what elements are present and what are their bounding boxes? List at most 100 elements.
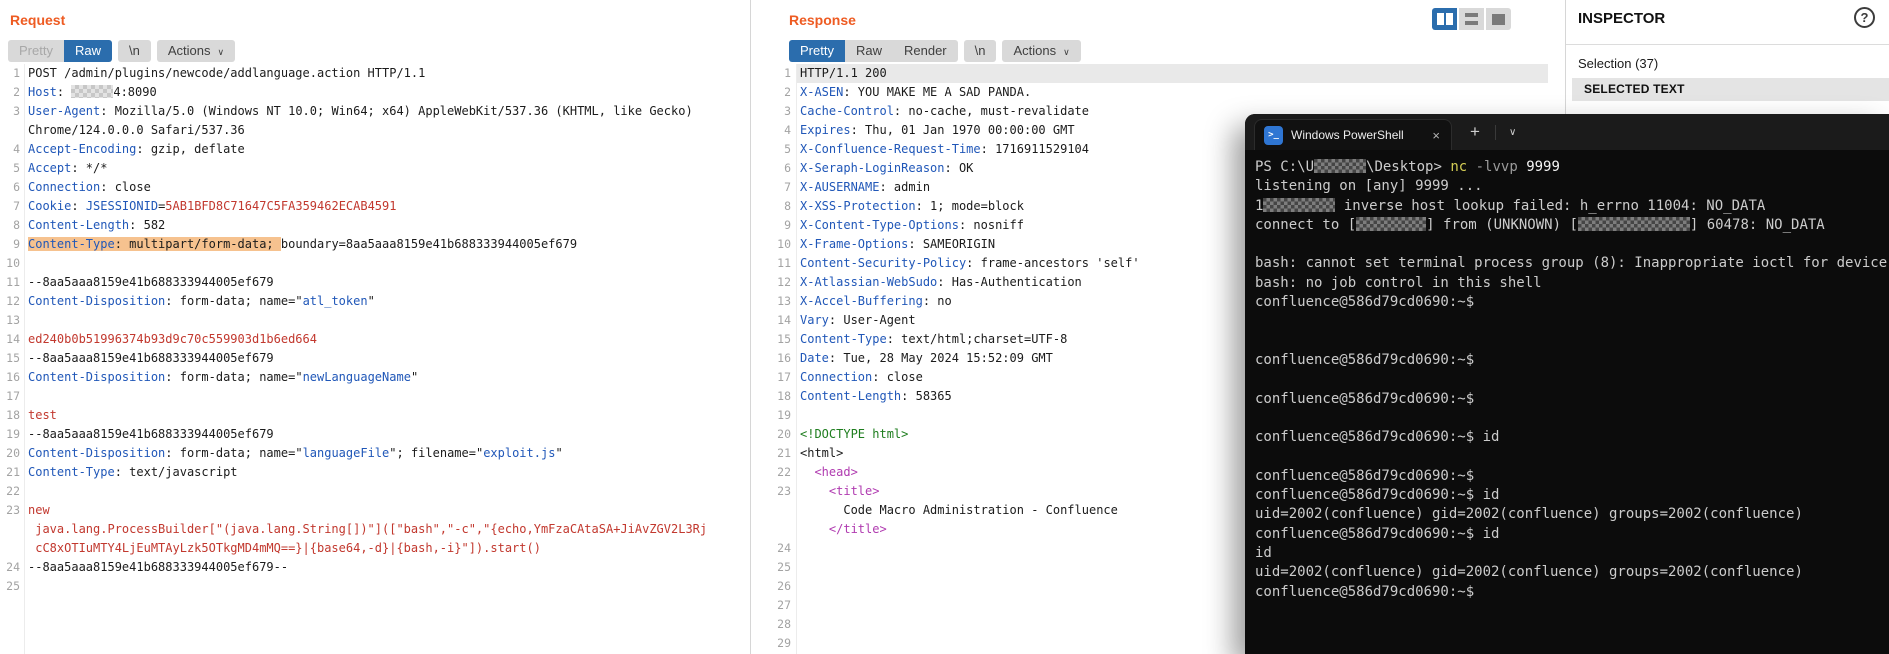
line-content: POST /admin/plugins/newcode/addlanguage.… [20,64,425,83]
redacted-text [1314,159,1367,173]
terminal-segment: confluence@586d79cd0690:~$ [1255,351,1475,368]
terminal-segment: confluence@586d79cd0690:~$ [1255,467,1475,484]
line-content [20,482,28,501]
selected-text-section-header[interactable]: SELECTED TEXT [1572,78,1889,101]
line-number: 7 [13,199,20,213]
tab-request-pretty[interactable]: Pretty [8,40,64,62]
terminal-line: bash: no job control in this shell [1255,274,1889,293]
terminal-line: confluence@586d79cd0690:~$ id [1255,428,1889,447]
tab-response-render[interactable]: Render [892,40,958,62]
titlebar-separator [1494,124,1496,140]
code-segment: : YOU MAKE ME A SAD PANDA. [843,85,1032,99]
line-content: Content-Disposition: form-data; name="la… [20,444,563,463]
line-number: 22 [777,465,791,479]
line-number: 5 [784,142,791,156]
tab-request-raw[interactable]: Raw [63,40,112,62]
line-content: Content-Length: 582 [20,216,165,235]
code-line: 4 Accept-Encoding: gzip, deflate [0,140,750,159]
terminal-output[interactable]: PS C:\U \Desktop> nc -lvvp 9999 listening … [1245,150,1889,654]
line-content: X-Accel-Buffering: no [791,292,952,311]
line-content: X-Atlassian-WebSudo: Has-Authentication [791,273,1082,292]
line-number: 2 [13,85,20,99]
code-segment: X-Seraph-LoginReason [800,161,945,175]
terminal-line: confluence@586d79cd0690:~$ [1255,583,1889,602]
line-content: </title> [791,520,887,539]
line-content [20,577,28,596]
line-content [791,406,800,425]
code-line: 13 [0,311,750,330]
code-segment: Content-Type [800,332,887,346]
terminal-titlebar[interactable]: >_ Windows PowerShell × + ∨ [1245,114,1889,150]
line-content: Host: 4:8090 [20,83,157,102]
line-content [791,634,800,653]
line-number [751,501,791,520]
code-segment: <head> [814,465,858,479]
code-segment: X-Content-Type-Options [800,218,959,232]
code-segment: --8aa5aaa8159e41b688333944005ef679 [28,351,274,365]
code-segment: : nosniff [958,218,1024,232]
terminal-line: listening on [any] 9999 ... [1255,177,1889,196]
line-number: 19 [777,408,791,422]
tab-response-newline[interactable]: \n [963,40,997,62]
line-number: 15 [6,351,20,365]
code-segment: : close [100,180,151,194]
code-segment: Cache-Control [800,104,894,118]
code-segment: : text/html;charset=UTF-8 [886,332,1068,346]
line-number: 10 [6,256,20,270]
code-segment: "; filename=" [389,446,484,460]
code-segment: Content-Disposition [28,294,166,308]
help-icon[interactable]: ? [1854,7,1875,28]
line-number: 25 [6,579,20,593]
rows-icon [1465,21,1478,25]
close-tab-icon[interactable]: × [1430,128,1442,143]
terminal-segment: 9999 [1526,159,1560,175]
line-number: 1 [784,66,791,80]
line-content: Chrome/124.0.0.0 Safari/537.36 [20,121,245,140]
layout-columns-button[interactable] [1432,8,1457,30]
code-segment: Expires [800,123,851,137]
line-content: new [20,501,50,520]
code-segment: : 582 [129,218,166,232]
line-number: 16 [777,351,791,365]
powershell-window[interactable]: >_ Windows PowerShell × + ∨ PS C:\U \Desk… [1245,114,1889,654]
line-number: 4 [784,123,791,137]
layout-single-button[interactable] [1486,8,1511,30]
line-content: HTTP/1.1 200 [791,64,887,83]
code-segment: : [71,199,86,213]
line-content [791,615,800,634]
terminal-segment: PS C:\U [1255,159,1315,175]
request-editor[interactable]: 1 POST /admin/plugins/newcode/addlanguage… [0,64,750,654]
line-number: 20 [777,427,791,441]
tab-request-newline[interactable]: \n [117,40,151,62]
terminal-line: PS C:\U \Desktop> nc -lvvp 9999 [1255,158,1889,177]
line-content: --8aa5aaa8159e41b688333944005ef679-- [20,558,288,577]
line-number: 2 [784,85,791,99]
new-tab-button[interactable]: + [1470,114,1480,150]
columns-icon [1436,13,1444,25]
code-segment: X-ASEN [800,85,844,99]
code-line: 8 Content-Length: 582 [0,216,750,235]
tab-response-pretty[interactable]: Pretty [789,40,845,62]
terminal-line: 1 inverse host lookup failed: h_errno 11… [1255,197,1889,216]
code-segment: Host [28,85,57,99]
code-segment: : no-cache, must-revalidate [893,104,1089,118]
terminal-segment: listening on [any] 9999 ... [1255,178,1483,195]
request-panel: Request Pretty Raw \n Actions ∨ 1 POST /ad… [0,0,750,654]
line-content: Code Macro Administration - Confluence [791,501,1118,520]
code-segment: : Mozilla/5.0 (Windows NT 10.0; Win64; x… [100,104,693,118]
tab-dropdown-icon[interactable]: ∨ [1509,127,1516,138]
request-actions-button[interactable]: Actions ∨ [156,40,236,62]
layout-rows-button[interactable] [1459,8,1484,30]
response-actions-button[interactable]: Actions ∨ [1002,40,1081,62]
line-number: 21 [777,446,791,460]
terminal-tab[interactable]: >_ Windows PowerShell × [1254,119,1452,150]
line-content: <head> [791,463,858,482]
line-content [20,387,28,406]
code-segment: 5AB1BFD8C71647C5FA359462ECAB4591 [165,199,397,213]
terminal-line: confluence@586d79cd0690:~$ id [1255,486,1889,505]
tab-response-raw[interactable]: Raw [844,40,893,62]
chevron-down-icon: ∨ [217,47,225,57]
